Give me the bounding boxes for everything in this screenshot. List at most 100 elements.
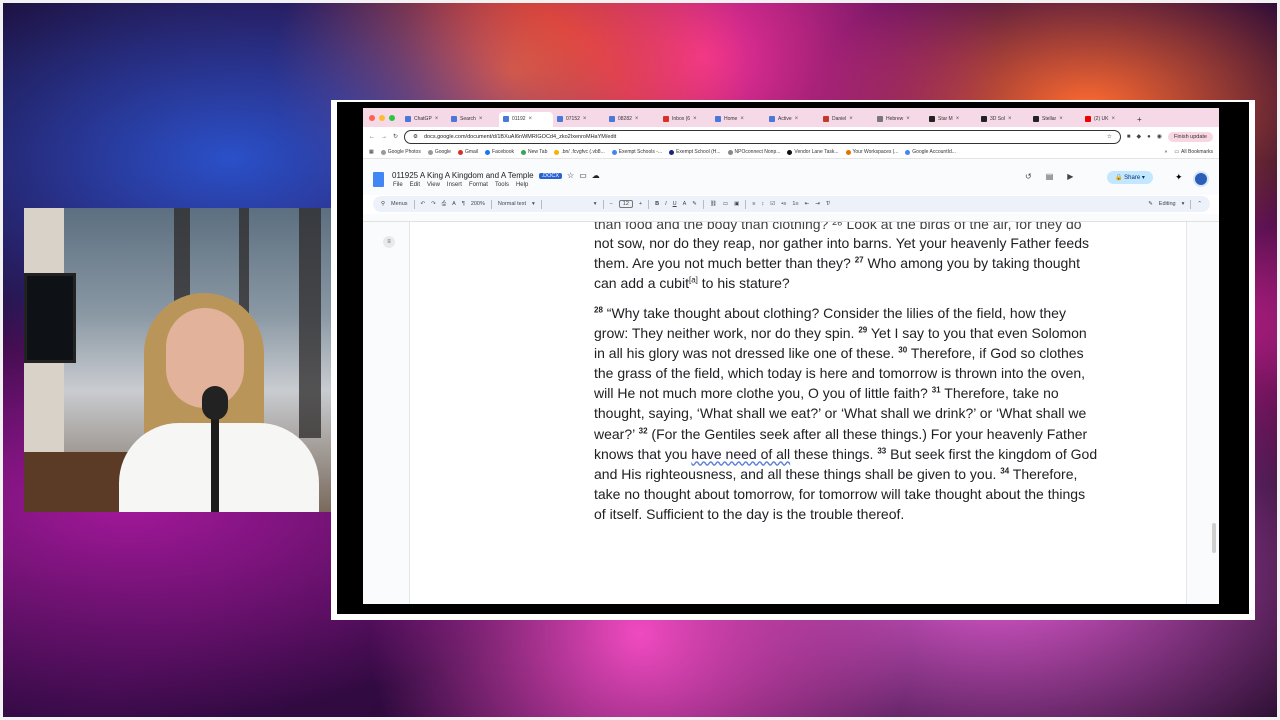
reload-icon[interactable]: ↻ bbox=[393, 133, 398, 140]
extension-icon[interactable]: ◆ bbox=[1136, 133, 1141, 140]
star-icon[interactable]: ☆ bbox=[567, 171, 574, 180]
bookmark-item[interactable]: Exempt School (H... bbox=[669, 149, 721, 155]
move-folder-icon[interactable]: ▭ bbox=[579, 171, 587, 180]
comments-icon[interactable]: ▤ bbox=[1046, 172, 1054, 181]
highlight-icon[interactable]: ✎ bbox=[692, 201, 697, 207]
style-select[interactable]: Normal text bbox=[498, 201, 526, 207]
share-button[interactable]: 🔒 Share ▾ bbox=[1107, 171, 1153, 184]
address-bar[interactable]: ⚙ docs.google.com/document/d/1BXuAI6nWMR… bbox=[404, 129, 1121, 144]
numbered-list-icon[interactable]: 1≡ bbox=[792, 201, 798, 207]
bookmark-item[interactable]: Your Workspaces |... bbox=[845, 149, 898, 155]
grammar-suggestion[interactable]: have need of all bbox=[691, 446, 790, 462]
menu-format[interactable]: Format bbox=[469, 182, 488, 188]
undo-icon[interactable]: ↶ bbox=[421, 201, 426, 207]
ruler[interactable] bbox=[363, 214, 1219, 222]
outline-icon[interactable]: ≡ bbox=[383, 236, 395, 248]
chevron-down-icon[interactable]: ▾ bbox=[594, 201, 597, 207]
paint-format-icon[interactable]: ¶ bbox=[462, 201, 465, 207]
gemini-icon[interactable]: ✦ bbox=[1175, 172, 1183, 183]
font-size-input[interactable]: 12 bbox=[618, 200, 633, 208]
redo-icon[interactable]: ↷ bbox=[431, 201, 436, 207]
browser-tab[interactable]: Daniel × bbox=[819, 112, 873, 127]
zoom-select[interactable]: 200% bbox=[471, 201, 485, 207]
chevron-down-icon[interactable]: ▾ bbox=[532, 201, 535, 207]
browser-tab-active[interactable]: 01192 × bbox=[499, 111, 553, 127]
bookmark-item[interactable]: NPOconnect Nonp... bbox=[727, 149, 780, 155]
close-icon[interactable]: × bbox=[435, 116, 439, 122]
search-icon[interactable]: ⚲ bbox=[381, 201, 385, 207]
browser-tab[interactable]: Inbox (6 × bbox=[659, 112, 711, 127]
bookmark-item[interactable]: Facebook bbox=[485, 149, 514, 155]
increase-font-icon[interactable]: + bbox=[639, 201, 642, 207]
close-icon[interactable]: × bbox=[635, 116, 639, 122]
browser-tab[interactable]: Search × bbox=[447, 112, 499, 127]
browser-tab[interactable]: Hebrew × bbox=[873, 112, 925, 127]
close-icon[interactable]: × bbox=[479, 116, 483, 122]
browser-tab[interactable]: (2) UK × bbox=[1081, 112, 1133, 127]
minimize-window-button[interactable] bbox=[379, 114, 385, 121]
image-icon[interactable]: ▣ bbox=[734, 201, 739, 207]
underline-icon[interactable]: U bbox=[673, 201, 677, 207]
browser-tab[interactable]: Active × bbox=[765, 112, 819, 127]
browser-tab[interactable]: Stellar × bbox=[1029, 112, 1081, 127]
menu-help[interactable]: Help bbox=[516, 182, 528, 188]
close-icon[interactable]: × bbox=[693, 116, 697, 122]
avatar[interactable] bbox=[1193, 171, 1209, 187]
menu-tools[interactable]: Tools bbox=[495, 182, 509, 188]
site-info-icon[interactable]: ⚙ bbox=[413, 134, 418, 140]
bookmark-star-icon[interactable]: ☆ bbox=[1107, 134, 1112, 140]
forward-icon[interactable]: → bbox=[381, 134, 387, 140]
italic-icon[interactable]: I bbox=[665, 201, 667, 207]
footnote-link[interactable]: [a] bbox=[689, 276, 698, 285]
close-icon[interactable]: × bbox=[906, 116, 910, 122]
menu-file[interactable]: File bbox=[393, 182, 403, 188]
maximize-window-button[interactable] bbox=[389, 114, 395, 121]
decrease-indent-icon[interactable]: ⇤ bbox=[805, 201, 810, 207]
apps-grid-icon[interactable]: ▦ bbox=[369, 149, 374, 155]
bookmark-item[interactable]: Google Photos bbox=[380, 149, 421, 155]
document-title-text[interactable]: 011925 A King A Kingdom and A Temple bbox=[392, 171, 534, 180]
back-icon[interactable]: ← bbox=[369, 134, 375, 140]
profile-icon[interactable]: ◉ bbox=[1157, 133, 1162, 140]
line-spacing-icon[interactable]: ↕ bbox=[762, 201, 765, 207]
checklist-icon[interactable]: ☑ bbox=[770, 201, 775, 207]
align-icon[interactable]: ≡ bbox=[752, 201, 755, 207]
browser-tab[interactable]: Home × bbox=[711, 112, 765, 127]
browser-tab[interactable]: ChatGP × bbox=[401, 112, 447, 127]
bullet-list-icon[interactable]: •≡ bbox=[781, 201, 786, 207]
print-icon[interactable]: ⎙ bbox=[442, 201, 446, 208]
bold-icon[interactable]: B bbox=[655, 201, 659, 207]
finish-update-button[interactable]: Finish update bbox=[1167, 131, 1213, 142]
menus-search[interactable]: Menus bbox=[391, 201, 408, 207]
new-tab-button[interactable]: + bbox=[1133, 112, 1147, 127]
close-icon[interactable]: × bbox=[740, 116, 744, 122]
extension-icon[interactable]: ● bbox=[1147, 134, 1151, 140]
increase-indent-icon[interactable]: ⇥ bbox=[815, 201, 820, 207]
extension-icon[interactable]: ■ bbox=[1127, 134, 1131, 140]
close-window-button[interactable] bbox=[369, 114, 375, 121]
menu-view[interactable]: View bbox=[427, 182, 440, 188]
comment-icon[interactable]: ▭ bbox=[723, 201, 728, 207]
clear-format-icon[interactable]: T̸ bbox=[826, 201, 829, 207]
bookmark-item[interactable]: Gmail bbox=[457, 149, 478, 155]
browser-tab[interactable]: 07152 × bbox=[553, 112, 605, 127]
meet-icon[interactable]: ▶ bbox=[1067, 172, 1073, 181]
close-icon[interactable]: × bbox=[849, 116, 853, 122]
close-icon[interactable]: × bbox=[956, 116, 960, 122]
browser-tab[interactable]: 08282 × bbox=[605, 112, 659, 127]
document-page[interactable]: than food and the body than clothing? ²⁶… bbox=[409, 222, 1187, 604]
bookmark-item[interactable]: New Tab bbox=[520, 149, 547, 155]
chevron-down-icon[interactable]: ▾ bbox=[1182, 201, 1185, 207]
text-color-icon[interactable]: A bbox=[683, 201, 687, 207]
close-icon[interactable]: × bbox=[1059, 116, 1063, 122]
close-icon[interactable]: × bbox=[1111, 116, 1115, 122]
close-icon[interactable]: × bbox=[529, 116, 533, 122]
bookmark-item[interactable]: Vendor Lane Task... bbox=[787, 149, 839, 155]
bookmark-item[interactable]: Google AccountId... bbox=[905, 149, 956, 155]
history-icon[interactable]: ↺ bbox=[1025, 172, 1032, 181]
link-icon[interactable]: ⛓ bbox=[710, 201, 717, 207]
menu-edit[interactable]: Edit bbox=[410, 182, 420, 188]
editing-mode-select[interactable]: Editing bbox=[1159, 201, 1176, 207]
close-icon[interactable]: × bbox=[1008, 116, 1012, 122]
close-icon[interactable]: × bbox=[583, 116, 587, 122]
